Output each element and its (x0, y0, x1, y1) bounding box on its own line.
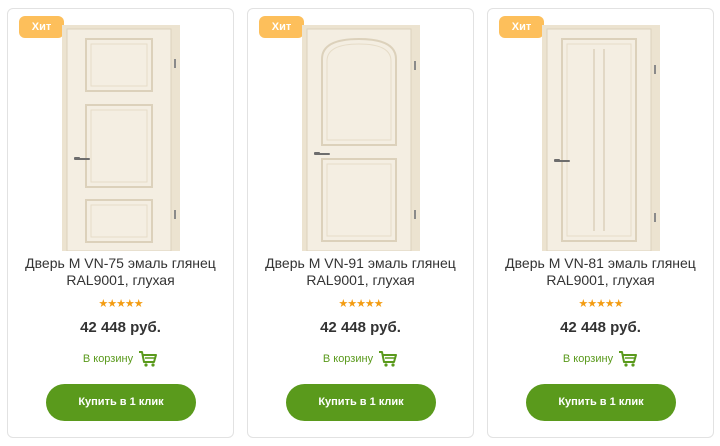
product-title-line2[interactable]: RAL9001, глухая (546, 272, 654, 288)
product-card[interactable]: Хит Дверь M VN-75 эмаль глянец RAL9001, … (7, 8, 234, 438)
product-title[interactable]: Дверь M VN-91 эмаль глянец RAL9001, глух… (254, 255, 467, 289)
rating-stars: ★★★★★ (98, 298, 143, 310)
shopping-cart-icon[interactable] (618, 350, 638, 368)
rating-stars: ★★★★★ (338, 298, 383, 310)
product-card[interactable]: Хит Дверь M VN-81 эмаль глянец RAL9001, … (487, 8, 714, 438)
shopping-cart-icon[interactable] (378, 350, 398, 368)
add-to-cart-link[interactable]: В корзину (488, 349, 713, 369)
product-title-line2[interactable]: RAL9001, глухая (66, 272, 174, 288)
add-to-cart-label[interactable]: В корзину (323, 353, 373, 365)
hit-badge: Хит (259, 16, 304, 38)
product-title-line1[interactable]: Дверь M VN-75 эмаль глянец (25, 255, 216, 271)
add-to-cart-label[interactable]: В корзину (563, 353, 613, 365)
product-image[interactable] (542, 25, 660, 251)
product-title-line1[interactable]: Дверь M VN-91 эмаль глянец (265, 255, 456, 271)
product-grid: Хит Дверь M VN-75 эмаль глянец RAL9001, … (0, 0, 720, 446)
product-image[interactable] (62, 25, 180, 251)
add-to-cart-label[interactable]: В корзину (83, 353, 133, 365)
hit-badge: Хит (499, 16, 544, 38)
buy-one-click-button[interactable]: Купить в 1 клик (46, 384, 196, 421)
product-price: 42 448 руб. (320, 319, 401, 336)
buy-one-click-button[interactable]: Купить в 1 клик (286, 384, 436, 421)
product-price: 42 448 руб. (80, 319, 161, 336)
door-image (302, 25, 420, 251)
product-price: 42 448 руб. (560, 319, 641, 336)
product-card[interactable]: Хит Дверь M VN-91 эмаль глянец RAL9001, … (247, 8, 474, 438)
door-image (62, 25, 180, 251)
shopping-cart-icon[interactable] (138, 350, 158, 368)
add-to-cart-link[interactable]: В корзину (248, 349, 473, 369)
rating-stars: ★★★★★ (578, 298, 623, 310)
hit-badge: Хит (19, 16, 64, 38)
product-title-line1[interactable]: Дверь M VN-81 эмаль глянец (505, 255, 696, 271)
buy-one-click-button[interactable]: Купить в 1 клик (526, 384, 676, 421)
add-to-cart-link[interactable]: В корзину (8, 349, 233, 369)
door-image (542, 25, 660, 251)
product-title[interactable]: Дверь M VN-81 эмаль глянец RAL9001, глух… (494, 255, 707, 289)
product-title-line2[interactable]: RAL9001, глухая (306, 272, 414, 288)
product-image[interactable] (302, 25, 420, 251)
product-title[interactable]: Дверь M VN-75 эмаль глянец RAL9001, глух… (14, 255, 227, 289)
